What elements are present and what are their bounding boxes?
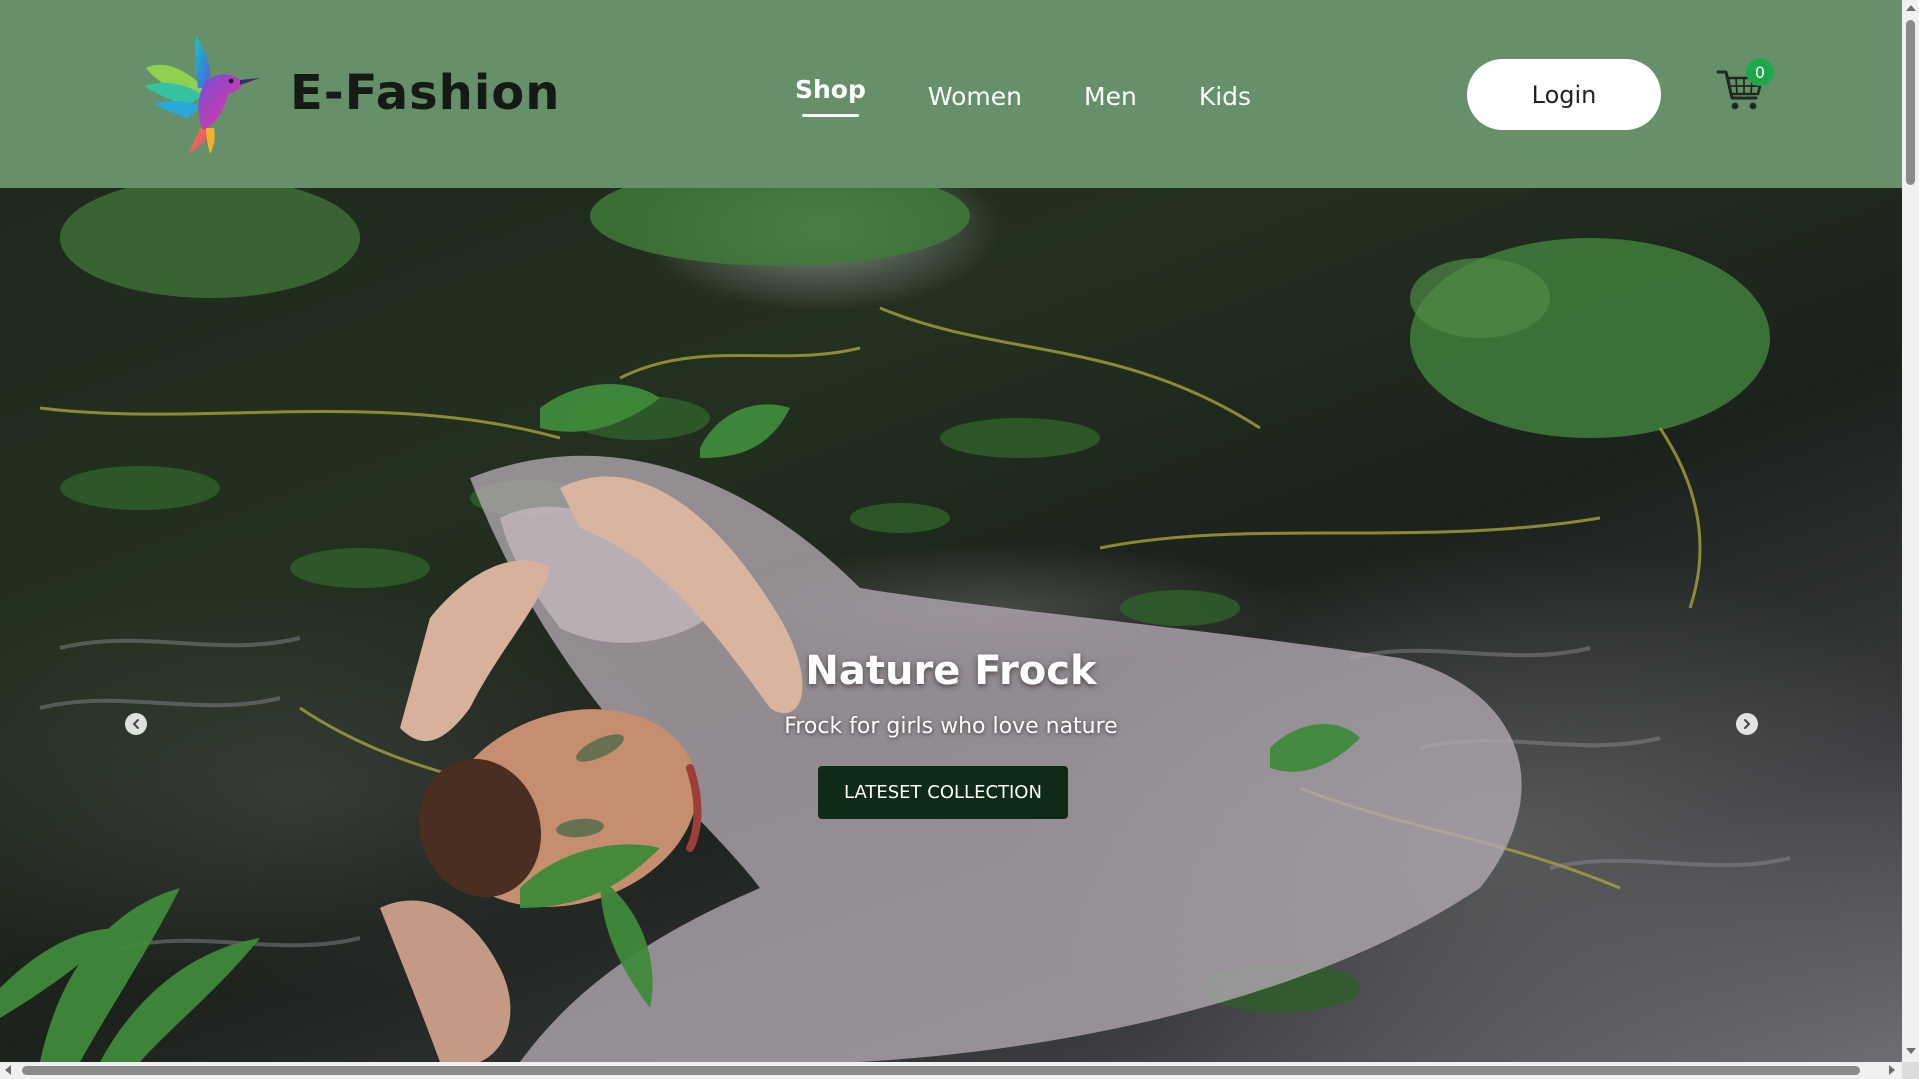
- nav-item-men[interactable]: Men: [1084, 72, 1137, 111]
- vertical-scrollbar[interactable]: [1902, 0, 1919, 1062]
- main-nav: Shop Women Men Kids: [795, 72, 1251, 117]
- scroll-down-arrow-icon[interactable]: [1906, 1048, 1916, 1054]
- latest-collection-button[interactable]: LATESET COLLECTION: [818, 766, 1068, 819]
- scroll-left-arrow-icon[interactable]: [5, 1065, 11, 1075]
- scroll-right-arrow-icon[interactable]: [1889, 1065, 1895, 1075]
- hero-caption: Nature Frock Frock for girls who love na…: [651, 648, 1251, 739]
- nav-item-women[interactable]: Women: [928, 72, 1022, 111]
- scroll-up-arrow-icon[interactable]: [1906, 5, 1916, 11]
- page-viewport: E-Fashion Shop Women Men Kids Login 0 Na…: [0, 0, 1902, 1062]
- carousel-next-button[interactable]: [1736, 713, 1758, 735]
- hero-title: Nature Frock: [805, 648, 1097, 694]
- nav-item-shop[interactable]: Shop: [795, 72, 866, 117]
- carousel-prev-button[interactable]: [125, 713, 147, 735]
- login-button[interactable]: Login: [1467, 59, 1661, 130]
- chevron-right-icon: [1744, 719, 1750, 729]
- site-header: E-Fashion Shop Women Men Kids Login 0: [0, 0, 1902, 188]
- hero-carousel: Nature Frock Frock for girls who love na…: [0, 188, 1902, 1062]
- scrollbar-corner: [1902, 1062, 1919, 1079]
- cart-count-badge: 0: [1746, 58, 1774, 86]
- vertical-scroll-thumb[interactable]: [1906, 20, 1915, 185]
- brand-name: E-Fashion: [290, 65, 561, 121]
- hero-image: [0, 188, 1791, 1062]
- hummingbird-logo-icon: [144, 36, 260, 154]
- horizontal-scrollbar[interactable]: [0, 1062, 1902, 1079]
- brand[interactable]: E-Fashion: [136, 28, 560, 158]
- horizontal-scroll-thumb[interactable]: [22, 1066, 1860, 1075]
- nav-item-kids[interactable]: Kids: [1199, 72, 1251, 111]
- hero-subtitle: Frock for girls who love nature: [784, 714, 1118, 739]
- chevron-left-icon: [133, 719, 139, 729]
